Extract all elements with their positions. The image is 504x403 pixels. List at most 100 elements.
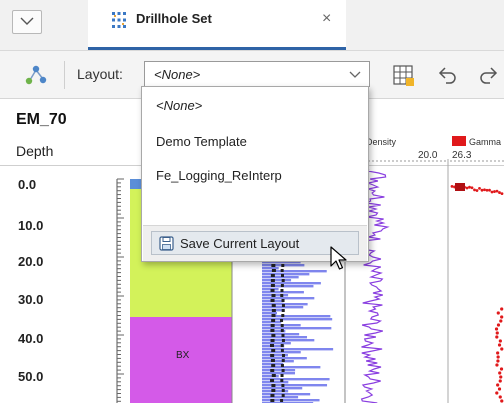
assay-text-mark xyxy=(271,304,276,307)
gamma-point xyxy=(450,184,454,188)
assay-text-mark xyxy=(281,384,285,387)
assay-text-mark xyxy=(281,264,285,267)
assay-text-mark xyxy=(280,344,284,347)
assay-text-mark xyxy=(271,294,276,297)
gamma-point xyxy=(500,315,504,319)
assay-text-mark xyxy=(281,394,285,397)
gamma-point xyxy=(497,343,502,347)
gamma-point xyxy=(473,188,476,192)
layout-label: Layout: xyxy=(77,66,123,82)
gamma-point xyxy=(500,399,504,403)
assay-bar xyxy=(262,282,321,285)
assay-text-mark xyxy=(280,324,284,327)
save-current-layout-button[interactable]: Save Current Layout xyxy=(151,231,359,255)
gamma-point xyxy=(468,185,471,189)
gamma-point xyxy=(498,379,502,383)
assay-text-mark xyxy=(281,314,285,317)
layout-select-value: <None> xyxy=(154,67,201,82)
mouse-pointer-icon xyxy=(330,246,347,270)
save-disk-icon xyxy=(159,236,174,251)
gamma-point xyxy=(490,190,494,194)
assay-bar xyxy=(262,273,310,276)
gamma-point xyxy=(483,188,486,192)
assay-bar xyxy=(262,375,279,378)
assay-text-mark xyxy=(271,384,276,387)
assay-text-mark xyxy=(271,309,276,312)
tab-drillhole-set[interactable]: Drillhole Set × xyxy=(88,0,346,50)
assay-text-mark xyxy=(281,369,285,372)
gamma-point xyxy=(465,186,469,190)
assay-bar xyxy=(262,276,299,279)
assay-text-mark xyxy=(270,284,275,287)
gamma-point xyxy=(488,188,491,192)
assay-text-mark xyxy=(281,389,285,392)
assay-text-mark xyxy=(271,349,276,352)
assay-text-mark xyxy=(271,314,276,317)
assay-bar xyxy=(262,267,279,270)
assay-text-mark xyxy=(281,279,285,282)
assay-bar xyxy=(262,336,308,339)
assay-bar xyxy=(262,369,296,372)
chevron-down-icon xyxy=(349,71,361,78)
depth-ruler-ticks xyxy=(117,178,124,402)
gamma-point xyxy=(500,347,504,351)
assay-bar xyxy=(262,396,299,399)
layout-select[interactable]: <None> xyxy=(144,61,370,87)
assay-text-mark xyxy=(280,349,284,352)
assay-text-mark xyxy=(280,269,284,272)
tab-menu-button[interactable] xyxy=(12,10,42,34)
gamma-point xyxy=(496,323,501,327)
gamma-point xyxy=(498,339,502,343)
gamma-point xyxy=(475,189,479,192)
assay-text-mark xyxy=(280,274,284,277)
assay-text-mark xyxy=(281,354,285,357)
redo-icon[interactable] xyxy=(477,64,499,86)
assay-text-mark xyxy=(281,299,285,302)
assay-text-mark xyxy=(280,374,284,377)
assay-text-mark xyxy=(270,339,275,342)
assay-text-mark xyxy=(271,364,276,367)
save-current-layout-label: Save Current Layout xyxy=(180,236,300,251)
layout-option-fe-logging-reinterp[interactable]: Fe_Logging_ReInterp xyxy=(143,159,367,192)
gamma-point xyxy=(495,331,499,335)
assay-text-mark xyxy=(280,329,284,332)
gamma-point xyxy=(493,190,496,193)
assay-text-mark xyxy=(270,394,275,397)
gamma-point xyxy=(485,188,489,192)
grid-table-icon[interactable] xyxy=(392,64,414,86)
assay-text-mark xyxy=(280,284,284,287)
assay-text-mark xyxy=(281,309,285,312)
gamma-point xyxy=(498,371,502,375)
gamma-point xyxy=(497,387,502,391)
drillhole-set-icon xyxy=(112,12,126,28)
assay-bar xyxy=(262,393,311,396)
gamma-point xyxy=(495,391,499,395)
chevron-down-icon xyxy=(20,17,34,25)
assay-bar xyxy=(262,339,315,342)
assay-text-mark xyxy=(270,369,275,372)
tab-close-button[interactable]: × xyxy=(322,11,331,27)
gamma-point xyxy=(480,188,484,192)
assay-bar xyxy=(262,297,315,300)
assay-text-mark xyxy=(270,354,275,357)
toolbar-separator xyxy=(64,61,65,89)
assay-text-mark xyxy=(270,329,275,332)
gamma-log-points xyxy=(450,183,504,403)
gamma-point xyxy=(495,335,499,339)
gamma-point xyxy=(499,319,503,323)
assay-bar xyxy=(262,285,314,288)
assay-text-mark xyxy=(280,289,284,292)
layout-option-none[interactable]: <None> xyxy=(143,89,367,122)
gamma-point xyxy=(470,186,474,190)
assay-text-mark xyxy=(270,379,275,382)
assay-text-mark xyxy=(280,294,284,297)
assay-bar-track xyxy=(262,249,334,403)
assay-text-mark xyxy=(280,399,284,402)
assay-text-mark xyxy=(271,334,276,337)
layout-option-demo-template[interactable]: Demo Template xyxy=(143,125,367,158)
gamma-point xyxy=(496,359,500,363)
assay-bar xyxy=(262,381,289,384)
tab-bar: Drillhole Set × xyxy=(0,0,504,51)
undo-icon[interactable] xyxy=(437,64,459,86)
drillhole-tool-icon[interactable] xyxy=(24,64,48,86)
